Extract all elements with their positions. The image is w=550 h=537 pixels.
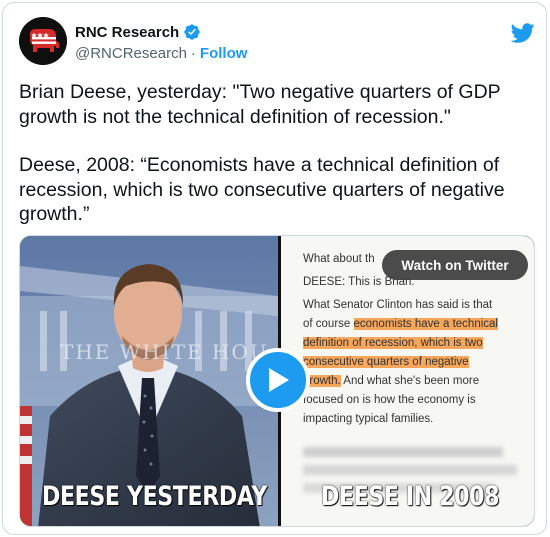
transcript-line: of course economists have a technical — [303, 315, 531, 334]
twitter-bird-icon[interactable] — [511, 21, 535, 45]
transcript-text: of course — [303, 318, 354, 330]
transcript-line: consecutive quarters of negative — [303, 353, 531, 372]
play-button[interactable] — [246, 348, 310, 412]
transcript-line: What Senator Clinton has said is that — [303, 299, 493, 311]
author-avatar[interactable] — [19, 17, 67, 65]
rnc-elephant-logo — [19, 17, 67, 65]
transcript-line: focused on is how the economy is — [303, 394, 476, 406]
separator-dot: · — [190, 45, 196, 62]
transcript-highlight: definition of recession, which is two — [303, 337, 483, 349]
author-handle[interactable]: @RNCResearch — [75, 45, 187, 62]
follow-button[interactable]: Follow — [200, 45, 248, 62]
play-icon — [269, 368, 289, 392]
transcript-line: growth. And what she's been more — [303, 372, 531, 391]
video-still-left: THE WHITE HOU DEESE YESTERDAY — [20, 236, 278, 526]
verified-badge-icon — [184, 24, 200, 40]
tweet-body: Brian Deese, yesterday: "Two negative qu… — [19, 80, 534, 227]
transcript-highlight: economists have a technical — [353, 318, 498, 330]
author-display-name[interactable]: RNC Research — [75, 24, 179, 41]
transcript-text: And what she's been more — [340, 375, 480, 387]
video-player[interactable]: THE WHITE HOU DEESE YESTERDAY What about… — [19, 235, 535, 527]
left-caption: DEESE YESTERDAY — [42, 481, 268, 512]
tweet-paragraph: Deese, 2008: “Economists have a technica… — [19, 154, 505, 225]
author-handle-row: @RNCResearch · Follow — [75, 45, 247, 62]
transcript-line: impacting typical families. — [303, 413, 434, 425]
backdrop-text: THE WHITE HOU — [60, 340, 269, 364]
right-caption: DEESE IN 2008 — [321, 481, 500, 512]
tweet-card[interactable]: RNC Research @RNCResearch · Follow Brian… — [2, 2, 547, 535]
tweet-paragraph: Brian Deese, yesterday: "Two negative qu… — [19, 81, 501, 128]
transcript-line: definition of recession, which is two — [303, 334, 531, 353]
transcript-highlight: consecutive quarters of negative — [303, 356, 469, 368]
author-name-row: RNC Research — [75, 23, 201, 41]
watch-on-twitter-button[interactable]: Watch on Twitter — [382, 250, 528, 280]
transcript-excerpt: What about th DEESE: This is Brian. What… — [303, 250, 531, 493]
